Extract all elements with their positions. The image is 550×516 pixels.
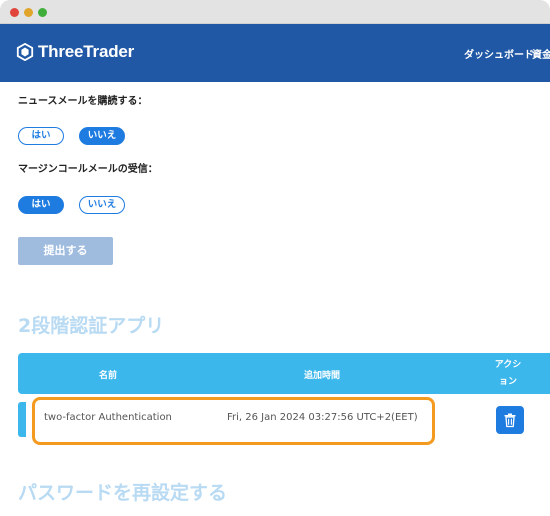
newsletter-label: ニュースメールを購読する： (18, 96, 148, 107)
threetrader-logo-icon (16, 43, 34, 61)
trash-icon (504, 413, 516, 428)
two-factor-table-header: 名前 追加時間 アクション (18, 353, 550, 394)
close-window-button[interactable] (10, 8, 19, 17)
password-reset-section-title: パスワードを再設定する (18, 482, 228, 504)
margin-call-yes-toggle[interactable]: はい (18, 196, 64, 214)
nav-funds-link[interactable]: 資金 (532, 46, 550, 61)
table-row-name: two-factor Authentication (44, 412, 172, 423)
nav-dashboard-link[interactable]: ダッシュボード (464, 46, 534, 61)
table-row-accent (18, 402, 26, 437)
site-header: ThreeTrader ダッシュボード 資金 (0, 24, 550, 82)
brand-logo[interactable]: ThreeTrader (16, 42, 134, 62)
table-row-added-time: Fri, 26 Jan 2024 03:27:56 UTC+2(EET) (227, 412, 418, 423)
newsletter-no-toggle[interactable]: いいえ (79, 127, 125, 145)
submit-button[interactable]: 提出する (18, 237, 113, 265)
brand-name: ThreeTrader (38, 42, 135, 61)
newsletter-yes-toggle[interactable]: はい (18, 127, 64, 145)
column-header-action: アクション (494, 360, 522, 387)
zoom-window-button[interactable] (38, 8, 47, 17)
margin-call-no-toggle[interactable]: いいえ (79, 196, 125, 214)
margin-call-label: マージンコールメールの受信： (18, 164, 158, 175)
column-header-name: 名前 (99, 371, 118, 381)
delete-authenticator-button[interactable] (496, 406, 524, 434)
two-factor-section-title: 2段階認証アプリ (18, 315, 165, 337)
browser-window: ThreeTrader ダッシュボード 資金 ニュースメールを購読する： はい … (0, 0, 550, 516)
column-header-added-time: 追加時間 (304, 371, 341, 381)
window-titlebar (0, 0, 550, 24)
minimize-window-button[interactable] (24, 8, 33, 17)
